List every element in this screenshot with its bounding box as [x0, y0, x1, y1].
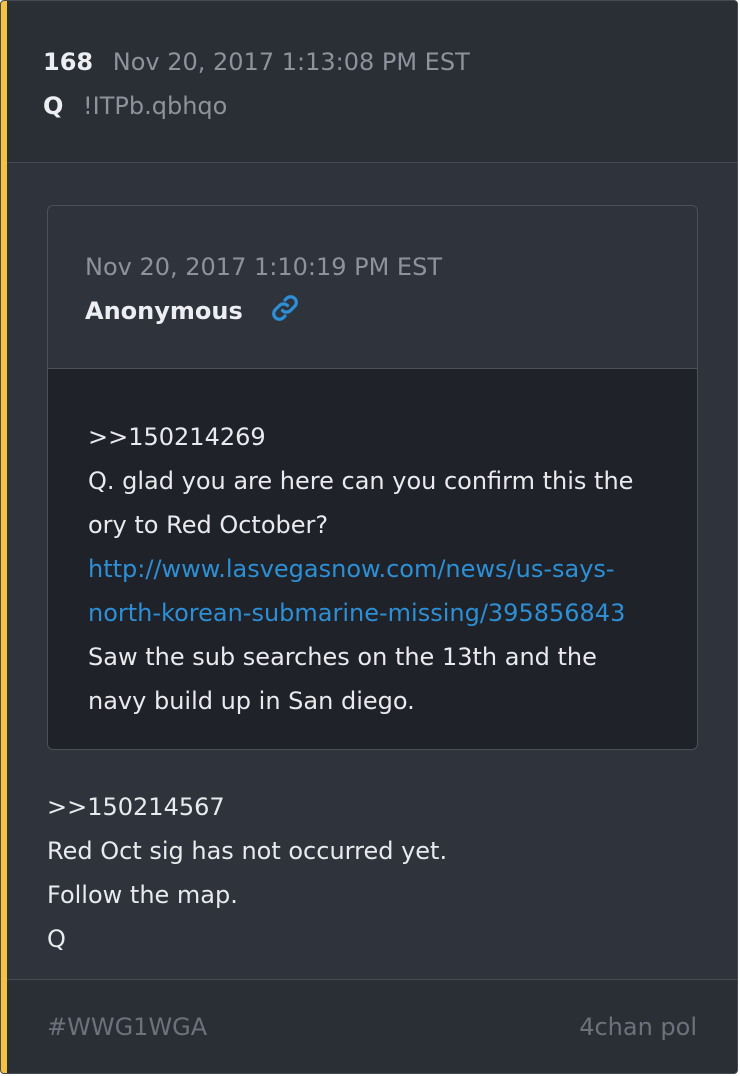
quoted-post-author: Anonymous	[85, 297, 243, 325]
quoted-post-author-row: Anonymous	[85, 294, 300, 328]
quoted-post: Nov 20, 2017 1:10:19 PM EST Anonymous >>…	[47, 205, 698, 750]
post-meta: 168 Nov 20, 2017 1:13:08 PM EST	[43, 45, 470, 79]
hashtag: #WWG1WGA	[47, 1013, 208, 1041]
post-body-line: >>150214567	[47, 793, 225, 821]
quoted-post-line: Saw the sub searches on the 13th and the	[88, 643, 597, 671]
quoted-post-timestamp: Nov 20, 2017 1:10:19 PM EST	[85, 253, 442, 281]
post-footer: #WWG1WGA 4chan pol	[7, 979, 737, 1073]
quoted-post-line: >>150214269	[88, 423, 266, 451]
quoted-post-line: Q. glad you are here can you confirm thi…	[88, 467, 634, 495]
post-tripcode: !ITPb.qbhqo	[83, 92, 228, 120]
quoted-post-body: >>150214269 Q. glad you are here can you…	[48, 369, 697, 749]
article-link[interactable]: http://www.lasvegasnow.com/news/us-says-	[88, 547, 668, 591]
post-body-line: Q	[47, 925, 66, 953]
post-number: 168	[43, 48, 94, 76]
post-author-row: Q !ITPb.qbhqo	[43, 89, 227, 123]
quoted-post-line: navy build up in San diego.	[88, 687, 415, 715]
post-body-line: Red Oct sig has not occurred yet.	[47, 837, 448, 865]
post-header: 168 Nov 20, 2017 1:13:08 PM EST Q !ITPb.…	[7, 1, 737, 163]
article-link[interactable]: north-korean-submarine-missing/395856843	[88, 591, 668, 635]
quoted-post-line: ory to Red October?	[88, 511, 329, 539]
link-icon[interactable]	[270, 293, 300, 323]
quoted-post-header: Nov 20, 2017 1:10:19 PM EST Anonymous	[48, 206, 697, 369]
post-card: 168 Nov 20, 2017 1:13:08 PM EST Q !ITPb.…	[0, 0, 738, 1074]
post-body: >>150214567 Red Oct sig has not occurred…	[47, 785, 447, 961]
post-timestamp: Nov 20, 2017 1:13:08 PM EST	[112, 48, 470, 76]
post-body-line: Follow the map.	[47, 881, 238, 909]
source-board: 4chan pol	[579, 1013, 697, 1041]
post-author: Q	[43, 92, 64, 120]
quoted-post-text: >>150214269 Q. glad you are here can you…	[88, 415, 668, 723]
